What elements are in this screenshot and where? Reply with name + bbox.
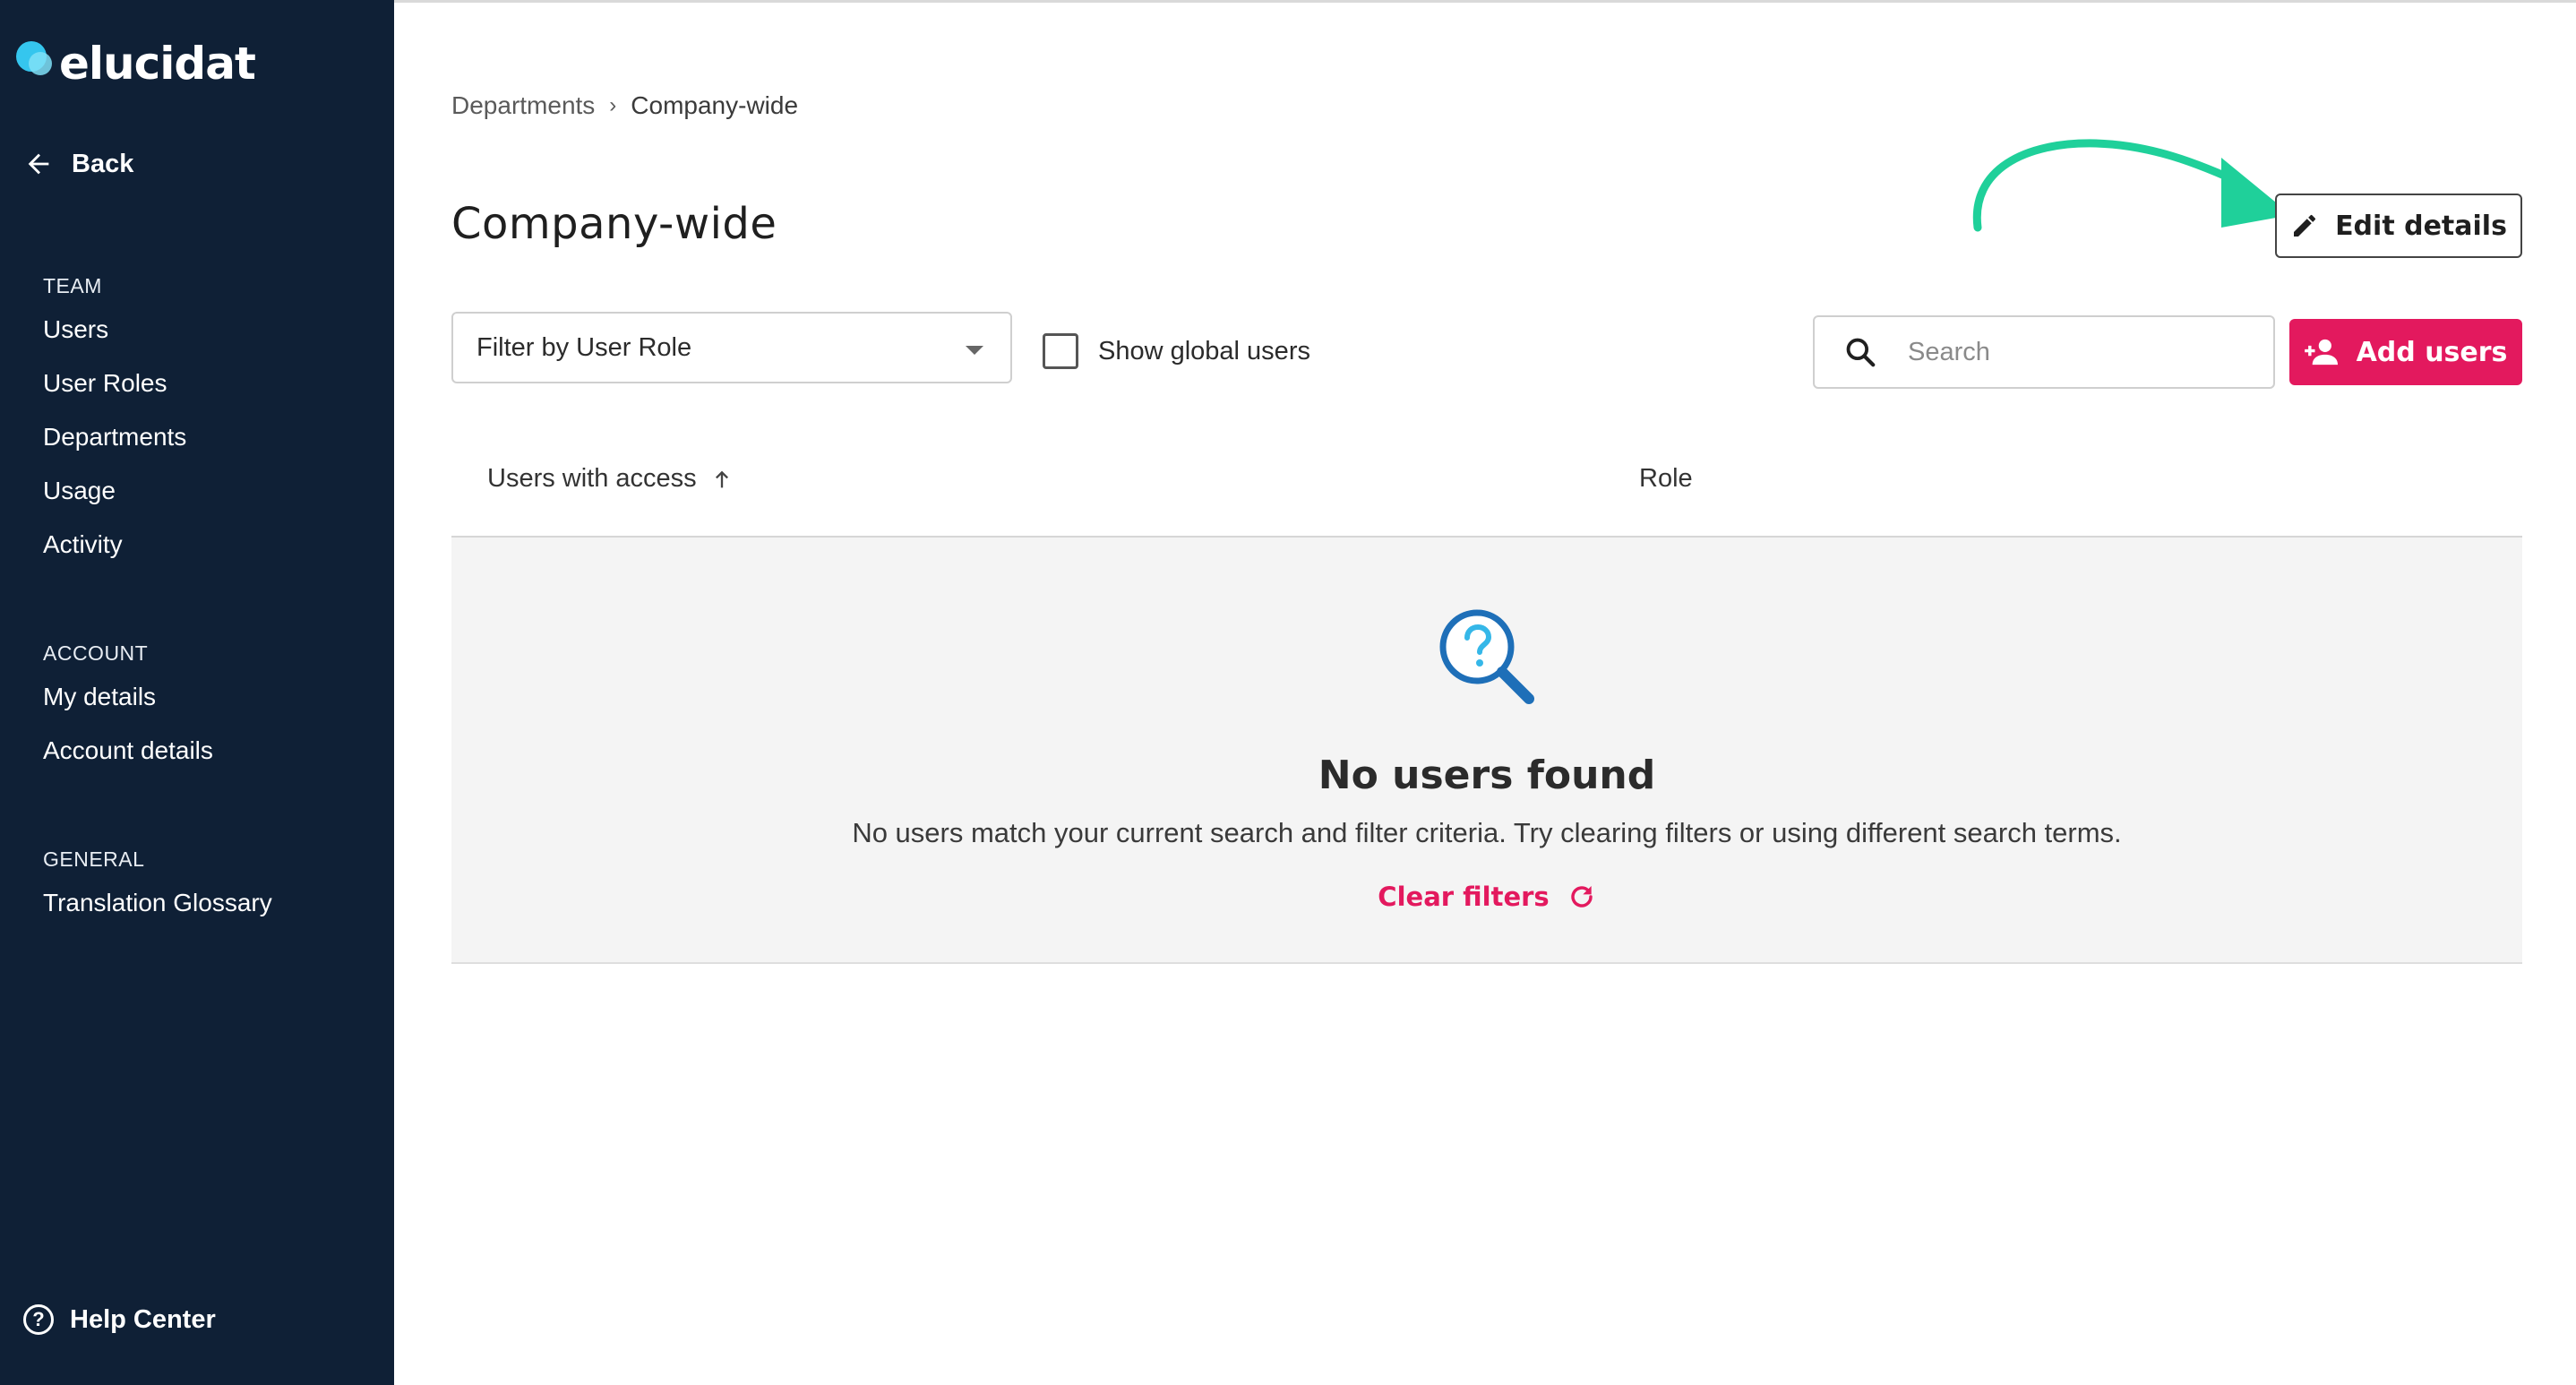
logo-mark-icon — [16, 41, 54, 86]
edit-details-button[interactable]: Edit details — [2275, 194, 2522, 258]
help-center-label: Help Center — [70, 1304, 216, 1334]
user-role-filter-select[interactable]: Filter by User Role — [451, 312, 1012, 383]
breadcrumb: Departments › Company-wide — [451, 91, 798, 120]
column-header-label: Users with access — [487, 464, 697, 493]
search-box — [1813, 315, 2275, 389]
empty-state: No users found No users match your curre… — [451, 538, 2522, 964]
add-person-icon — [2304, 339, 2338, 366]
question-magnifier-icon — [1439, 609, 1534, 704]
section-team: TEAM — [43, 274, 102, 297]
sidebar-item-user-roles[interactable]: User Roles — [43, 369, 167, 398]
caret-down-icon — [966, 346, 983, 355]
sidebar-item-usage[interactable]: Usage — [43, 477, 116, 505]
sidebar-item-activity[interactable]: Activity — [43, 530, 123, 559]
sidebar-item-my-details[interactable]: My details — [43, 683, 156, 711]
back-button[interactable]: Back — [23, 149, 133, 179]
column-header-label: Role — [1639, 464, 1693, 493]
edit-details-label: Edit details — [2335, 210, 2507, 242]
add-users-button[interactable]: Add users — [2289, 319, 2522, 385]
column-users-with-access[interactable]: Users with access — [487, 464, 734, 494]
clear-filters-link[interactable]: Clear filters — [451, 882, 2522, 912]
page-title: Company-wide — [451, 199, 777, 249]
clear-filters-label: Clear filters — [1378, 882, 1550, 912]
breadcrumb-current: Company-wide — [631, 91, 799, 119]
empty-state-title: No users found — [1318, 753, 1656, 798]
section-account: ACCOUNT — [43, 641, 149, 665]
sidebar-item-users[interactable]: Users — [43, 315, 108, 344]
search-input[interactable] — [1908, 337, 2248, 367]
breadcrumb-departments[interactable]: Departments — [451, 91, 595, 120]
sidebar-item-translation-glossary[interactable]: Translation Glossary — [43, 889, 272, 917]
filter-select-value: Filter by User Role — [477, 332, 692, 362]
pencil-icon — [2294, 214, 2316, 237]
breadcrumb-separator: › — [609, 93, 617, 117]
section-general: GENERAL — [43, 847, 145, 871]
arrow-up-icon — [715, 470, 728, 487]
app-logo[interactable]: elucidat — [16, 29, 256, 90]
arrow-left-icon — [28, 153, 49, 175]
annotation-arrow-icon — [1972, 139, 2291, 232]
help-center-link[interactable]: ? Help Center — [23, 1304, 216, 1335]
add-users-label: Add users — [2356, 336, 2508, 368]
search-icon — [1846, 338, 1876, 367]
sidebar-item-account-details[interactable]: Account details — [43, 736, 213, 765]
back-label: Back — [72, 149, 134, 178]
top-divider — [394, 0, 2576, 3]
checkbox-box[interactable] — [1043, 333, 1078, 369]
refresh-icon — [1570, 886, 1593, 908]
show-global-users-checkbox[interactable]: Show global users — [1043, 333, 1310, 369]
logo-text: elucidat — [59, 38, 256, 90]
sidebar-item-departments[interactable]: Departments — [43, 423, 186, 452]
sidebar: elucidat Back TEAM Users User Roles Depa… — [0, 0, 394, 1385]
column-role[interactable]: Role — [1639, 464, 1693, 494]
empty-state-description: No users match your current search and f… — [852, 817, 2122, 848]
question-circle-icon: ? — [23, 1304, 54, 1335]
show-global-users-label: Show global users — [1098, 336, 1310, 366]
